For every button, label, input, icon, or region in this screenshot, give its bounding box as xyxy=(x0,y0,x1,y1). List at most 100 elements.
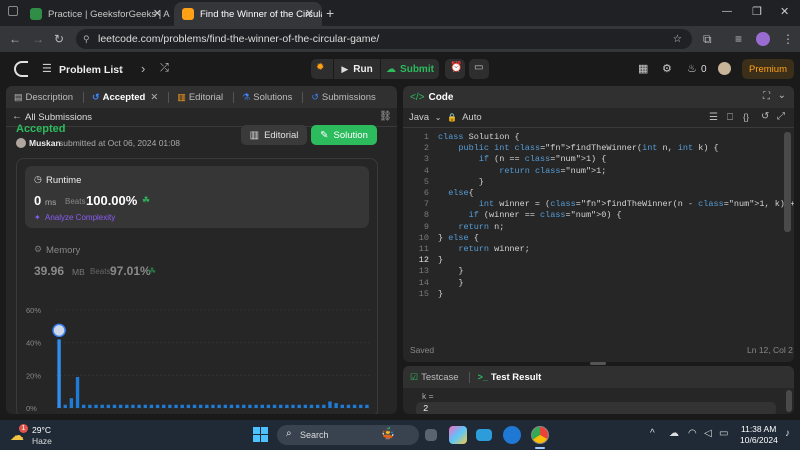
memory-title[interactable]: Memory xyxy=(46,245,80,256)
close-tab-icon[interactable]: ✕ xyxy=(305,7,314,20)
clock-date[interactable]: 10/6/2024 xyxy=(740,435,778,445)
distribution-bar[interactable] xyxy=(229,404,234,408)
tab-description[interactable]: ▤ Description xyxy=(14,92,73,103)
browser-tab-leetcode[interactable]: Find the Winner of the Circular ✕ xyxy=(174,2,322,26)
distribution-bar[interactable] xyxy=(322,404,326,408)
distribution-bar[interactable] xyxy=(192,404,197,408)
maximize-button[interactable]: ❐ xyxy=(752,5,762,18)
collapse-icon[interactable]: ⌄ xyxy=(778,90,786,101)
distribution-bar[interactable] xyxy=(106,404,111,408)
test-scrollbar[interactable] xyxy=(786,390,792,412)
distribution-bar[interactable] xyxy=(69,398,74,408)
tab-solutions[interactable]: ⚗ Solutions xyxy=(242,92,292,103)
bookmark-star-icon[interactable]: ☆ xyxy=(673,29,682,49)
distribution-bar[interactable] xyxy=(63,404,67,408)
distribution-bar[interactable] xyxy=(242,404,246,408)
premium-button[interactable]: Premium xyxy=(742,59,794,79)
distribution-bar[interactable] xyxy=(149,404,154,408)
distribution-bar[interactable] xyxy=(346,404,351,408)
distribution-bar[interactable] xyxy=(125,404,129,408)
distribution-bar[interactable] xyxy=(285,404,289,408)
editorial-button[interactable]: ▥ Editorial xyxy=(241,125,307,145)
tab-editorial[interactable]: ▥ Editorial xyxy=(177,92,223,103)
forward-icon[interactable]: → xyxy=(32,32,44,46)
distribution-bar[interactable] xyxy=(340,404,344,408)
url-field[interactable]: ⚲ leetcode.com/problems/find-the-winner-… xyxy=(76,29,692,49)
weather-widget[interactable]: ☁ 1 29°C Haze xyxy=(10,424,80,448)
distribution-bar[interactable] xyxy=(352,404,357,408)
copilot-icon[interactable] xyxy=(449,426,467,444)
analyze-complexity-link[interactable]: Analyze Complexity xyxy=(45,213,115,222)
distribution-bar[interactable] xyxy=(88,404,92,408)
distribution-bar[interactable] xyxy=(309,404,314,408)
all-submissions-link[interactable]: All Submissions xyxy=(25,112,92,123)
distribution-bar[interactable] xyxy=(168,404,172,408)
site-info-icon[interactable]: ⚲ xyxy=(83,29,90,49)
user-avatar[interactable] xyxy=(718,62,731,75)
distribution-bar[interactable] xyxy=(217,404,221,408)
tab-testcase[interactable]: ☑ Testcase xyxy=(410,372,459,383)
timer-button[interactable]: ⏰ xyxy=(445,59,465,79)
distribution-bar[interactable] xyxy=(365,404,369,408)
distribution-bar[interactable] xyxy=(205,404,209,408)
bookmark-icon[interactable]: ⎕ xyxy=(727,112,733,123)
distribution-bar[interactable] xyxy=(155,404,160,408)
close-tab-icon[interactable]: ✕ xyxy=(153,7,162,20)
browser-menu-icon[interactable]: ⋮ xyxy=(782,32,794,46)
leetcode-logo-icon[interactable] xyxy=(14,61,28,77)
distribution-bar[interactable] xyxy=(180,404,184,408)
task-view-icon[interactable] xyxy=(425,429,437,441)
media-icon[interactable]: ≡ xyxy=(735,32,742,46)
mail-icon[interactable] xyxy=(503,426,521,444)
back-icon[interactable]: ← xyxy=(9,32,21,46)
settings-gear-icon[interactable]: ⚙ xyxy=(662,62,672,75)
clock-time[interactable]: 11:38 AM xyxy=(741,424,776,434)
profile-avatar[interactable] xyxy=(756,32,770,46)
layout-grid-icon[interactable]: ▦ xyxy=(638,62,648,75)
distribution-bar[interactable] xyxy=(272,404,277,408)
distribution-bar[interactable] xyxy=(279,404,283,408)
notes-button[interactable]: ▭ xyxy=(469,59,489,79)
tab-accepted[interactable]: ↺ Accepted ✕ xyxy=(92,92,158,103)
distribution-bar[interactable] xyxy=(94,404,98,408)
distribution-bar[interactable] xyxy=(260,404,264,408)
new-tab-button[interactable]: + xyxy=(326,5,334,21)
debug-button[interactable]: ✹ xyxy=(311,59,333,79)
reset-icon[interactable]: ↺ xyxy=(761,111,769,122)
distribution-bar[interactable] xyxy=(328,401,332,408)
distribution-bar[interactable] xyxy=(254,404,258,408)
notification-bell-icon[interactable]: ♪ xyxy=(785,428,790,439)
distribution-bar[interactable] xyxy=(162,404,166,408)
distribution-bar[interactable] xyxy=(75,376,80,408)
volume-icon[interactable]: ◁ xyxy=(704,428,712,439)
expand-icon[interactable]: ⛶ xyxy=(763,91,770,102)
browser-tab-geeksforgeeks[interactable]: Practice | GeeksforGeeks | A co ✕ xyxy=(22,2,170,26)
tab-submissions[interactable]: ↺ Submissions xyxy=(311,92,375,103)
taskbar-search[interactable]: ⌕ Search 🤹 xyxy=(277,425,419,445)
minimize-button[interactable]: — xyxy=(722,6,732,17)
distribution-bar[interactable] xyxy=(266,404,271,408)
problem-list-link[interactable]: Problem List xyxy=(59,64,123,76)
distribution-bar[interactable] xyxy=(334,403,338,408)
submit-button[interactable]: ☁ Submit xyxy=(381,59,439,79)
distribution-bar[interactable] xyxy=(118,404,123,408)
extensions-icon[interactable]: ⧉ xyxy=(703,32,712,47)
distribution-bar[interactable] xyxy=(137,404,141,408)
runtime-card[interactable]: ◷ Runtime 0 ms Beats 100.00% ☘ ✦ Analyze… xyxy=(25,166,369,228)
streak-flame-icon[interactable]: ♨ xyxy=(687,62,697,75)
code-editor[interactable]: 1 class Solution {2 public int class="fn"… xyxy=(403,132,794,332)
distribution-bar[interactable] xyxy=(82,404,86,408)
distribution-bar[interactable] xyxy=(235,404,240,408)
fullscreen-icon[interactable]: ⤢ xyxy=(777,111,785,122)
reload-icon[interactable]: ↻ xyxy=(54,32,64,46)
distribution-bar[interactable] xyxy=(57,339,61,408)
distribution-bar[interactable] xyxy=(248,404,252,408)
your-submission-avatar[interactable] xyxy=(52,323,66,338)
distribution-bar[interactable] xyxy=(100,404,104,408)
wifi-icon[interactable]: ◠ xyxy=(688,428,697,439)
battery-icon[interactable]: ▭ xyxy=(719,428,728,439)
back-arrow-icon[interactable]: ← xyxy=(12,111,22,122)
distribution-bar[interactable] xyxy=(223,404,228,408)
distribution-bar[interactable] xyxy=(112,404,117,408)
run-button[interactable]: ▶ Run xyxy=(334,59,380,79)
